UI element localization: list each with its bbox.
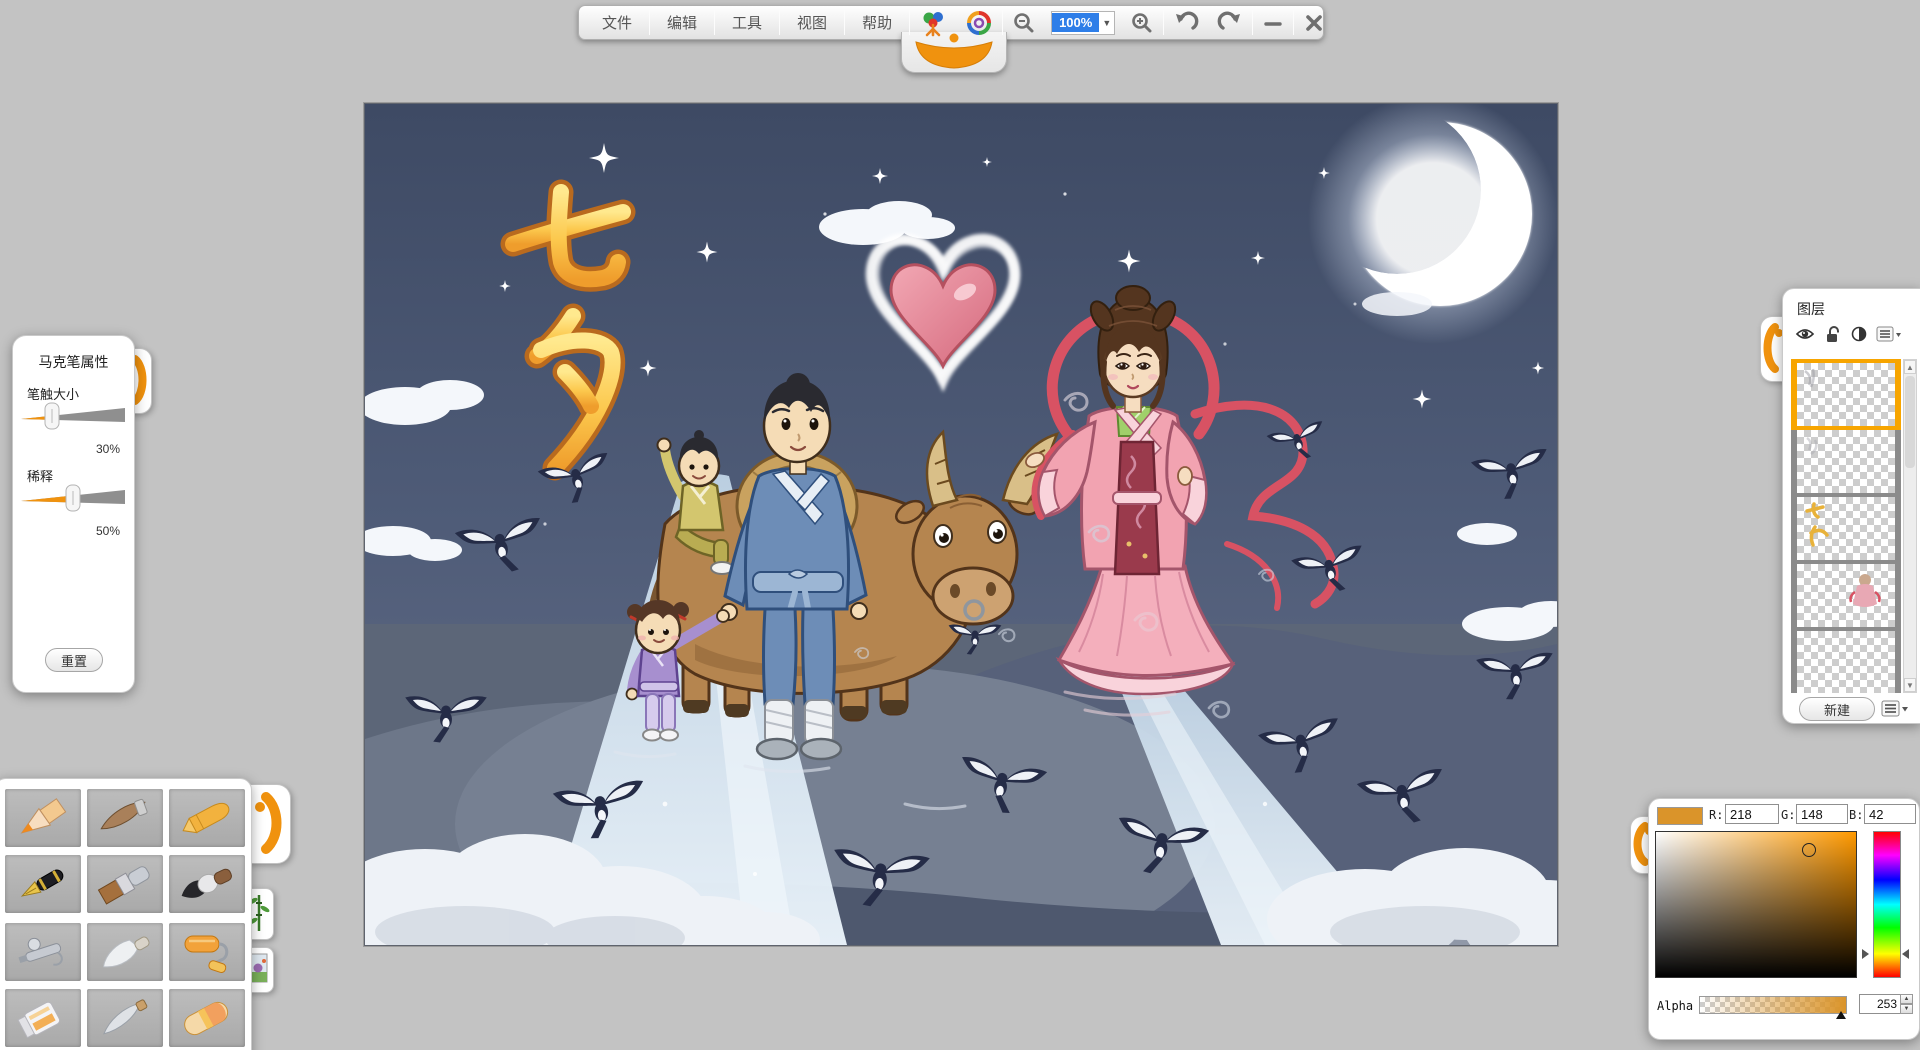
tool-round-brush[interactable] [169, 855, 245, 913]
dilution-value: 50% [96, 524, 120, 538]
tool-crayon[interactable] [169, 789, 245, 847]
layers-panel: 图层 [1782, 288, 1920, 724]
current-color-swatch[interactable] [1657, 807, 1703, 825]
spinner-down-icon[interactable]: ▼ [1900, 1004, 1913, 1014]
redo-icon [1217, 11, 1243, 35]
colorful-tree-icon [919, 9, 947, 37]
brush-size-slider[interactable] [21, 402, 125, 430]
drawing-canvas[interactable] [364, 103, 1558, 946]
scrollbar-thumb[interactable] [1905, 376, 1915, 468]
saturation-value-square[interactable] [1655, 831, 1857, 978]
layer-item-4[interactable] [1791, 564, 1901, 631]
spinner-up-icon[interactable]: ▲ [1900, 994, 1913, 1004]
marker-panel-title: 马克笔属性 [13, 352, 134, 372]
close-icon [1303, 12, 1325, 34]
menu-help[interactable]: 帮助 [845, 6, 909, 39]
mascot-eye-right-button[interactable] [956, 6, 1002, 39]
alpha-value-input[interactable] [1859, 994, 1901, 1014]
scroll-up-icon[interactable]: ▲ [1904, 360, 1916, 374]
red-value-input[interactable] [1725, 804, 1779, 824]
zoom-dropdown-arrow-icon[interactable]: ▼ [1099, 18, 1114, 28]
mascot-eye-left-button[interactable] [910, 6, 956, 39]
brush-palette-panel [0, 778, 252, 1050]
zoom-out-button[interactable] [1003, 6, 1045, 39]
green-label: G: [1781, 808, 1795, 822]
main-toolbar: 文件 编辑 工具 视图 帮助 [578, 5, 1324, 40]
brush-size-slider-track[interactable] [21, 402, 125, 430]
layer-blend-contrast-icon[interactable] [1851, 326, 1867, 342]
zoom-out-icon [1012, 11, 1036, 35]
green-value-input[interactable] [1796, 804, 1848, 824]
hue-bar[interactable] [1873, 831, 1901, 978]
undo-button[interactable] [1164, 6, 1208, 39]
minimize-button[interactable] [1253, 6, 1293, 39]
colorful-swirl-icon [965, 9, 993, 37]
tool-eraser[interactable] [169, 989, 245, 1047]
paint-app: 文件 编辑 工具 视图 帮助 [0, 0, 1920, 1050]
artwork-moon [1308, 104, 1557, 344]
dilution-slider-track[interactable] [21, 484, 125, 512]
layer-list-scrollbar[interactable]: ▲ ▼ [1903, 359, 1917, 693]
layers-panel-title: 图层 [1797, 299, 1920, 319]
tool-pencil[interactable] [5, 789, 81, 847]
menu-tools[interactable]: 工具 [715, 6, 779, 39]
marker-properties-panel: 马克笔属性 笔触大小 30% 稀释 50% 重置 [12, 335, 135, 693]
undo-icon [1173, 11, 1199, 35]
red-label: R: [1709, 808, 1723, 822]
alpha-slider[interactable] [1699, 996, 1847, 1014]
alpha-spinner[interactable]: ▲▼ [1900, 994, 1913, 1014]
alpha-label: Alpha [1657, 999, 1693, 1013]
layer-item-3[interactable] [1791, 497, 1901, 564]
menu-edit[interactable]: 编辑 [650, 6, 714, 39]
layer-menu-icon[interactable] [1876, 326, 1902, 343]
layer-list [1791, 359, 1901, 693]
menu-file[interactable]: 文件 [585, 6, 649, 39]
layer-item-1[interactable] [1791, 359, 1901, 430]
tool-airbrush[interactable] [5, 923, 81, 981]
alpha-slider-thumb[interactable] [1836, 1011, 1846, 1019]
zoom-level-combo[interactable]: 100% ▼ [1045, 6, 1121, 39]
sv-selector-ring[interactable] [1802, 843, 1816, 857]
new-layer-button[interactable]: 新建 [1799, 697, 1875, 721]
hue-marker-left-icon[interactable] [1862, 949, 1869, 959]
color-picker-panel: R: G: B: Alpha ▲▼ [1648, 798, 1920, 1040]
layer-item-5[interactable] [1791, 631, 1901, 693]
tool-wood-pencil[interactable] [87, 789, 163, 847]
mascot-ear-icon [248, 785, 288, 861]
brush-size-value: 30% [96, 442, 120, 456]
menu-view[interactable]: 视图 [780, 6, 844, 39]
reset-button[interactable]: 重置 [45, 648, 103, 672]
tool-blade-knife[interactable] [87, 989, 163, 1047]
redo-button[interactable] [1208, 6, 1252, 39]
close-button[interactable] [1294, 6, 1334, 39]
layer-visibility-eye-icon[interactable] [1795, 327, 1815, 341]
brush-size-label: 笔触大小 [27, 384, 79, 403]
blue-value-input[interactable] [1864, 804, 1916, 824]
zoom-in-icon [1130, 11, 1154, 35]
tool-flat-brush[interactable] [87, 855, 163, 913]
tool-paint-tube[interactable] [5, 989, 81, 1047]
dilution-label: 稀释 [27, 466, 53, 485]
layer-item-2[interactable] [1791, 430, 1901, 497]
hue-marker-right-icon[interactable] [1902, 949, 1909, 959]
minimize-icon [1262, 12, 1284, 34]
tool-paint-roller[interactable] [169, 923, 245, 981]
brush-palette-collapse-tab[interactable] [248, 784, 291, 864]
dilution-slider[interactable] [21, 484, 125, 512]
artwork [365, 104, 1557, 945]
zoom-level-value[interactable]: 100% [1052, 13, 1099, 32]
scroll-down-icon[interactable]: ▼ [1904, 678, 1916, 692]
zoom-in-button[interactable] [1121, 6, 1163, 39]
layer-unlock-icon[interactable] [1824, 325, 1842, 343]
tool-fountain-pen[interactable] [5, 855, 81, 913]
blue-label: B: [1849, 808, 1863, 822]
layer-options-menu-icon[interactable] [1881, 700, 1911, 718]
tool-palette-knife[interactable] [87, 923, 163, 981]
